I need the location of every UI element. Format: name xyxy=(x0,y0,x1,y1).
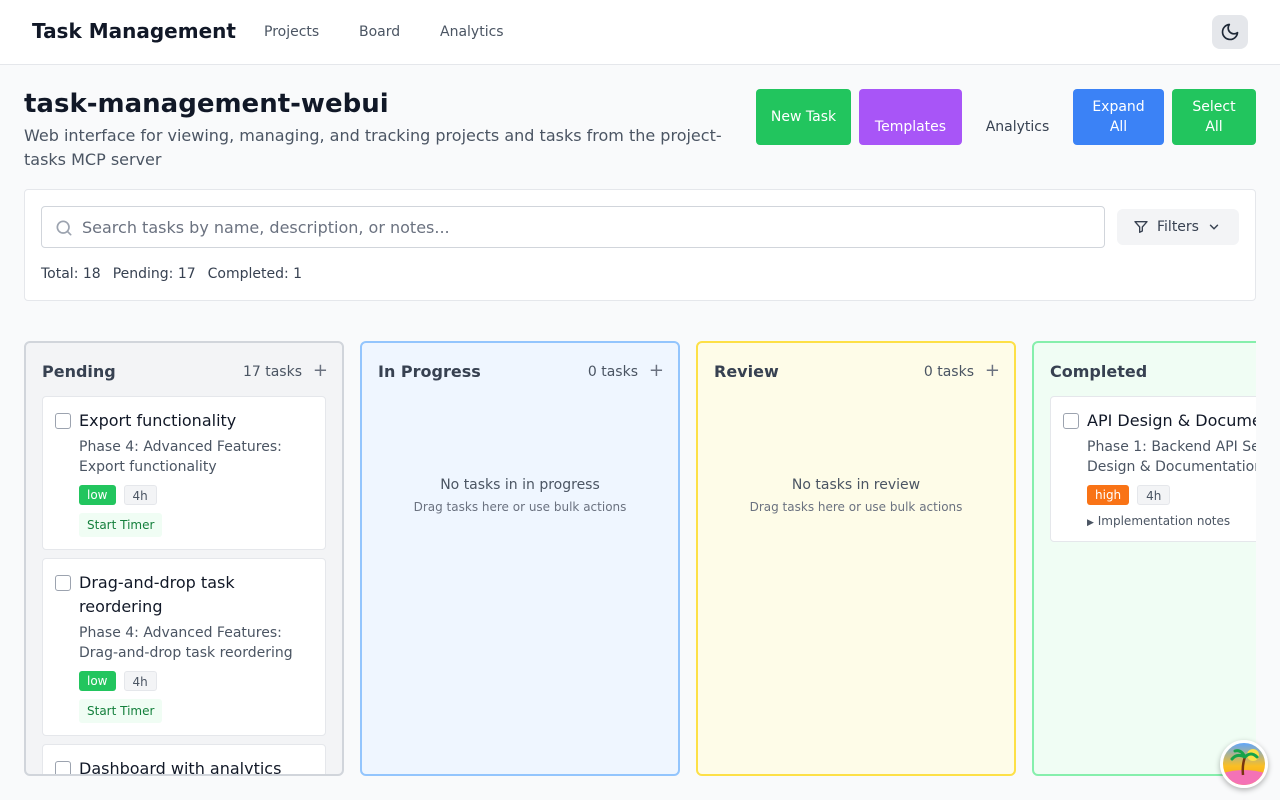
task-title: Dashboard with analytics xyxy=(79,759,282,776)
empty-state-title: No tasks in in progress xyxy=(440,477,600,493)
task-checkbox[interactable] xyxy=(55,761,71,774)
task-title: Drag-and-drop task reordering xyxy=(79,573,235,616)
add-task-icon[interactable]: + xyxy=(649,360,664,381)
filters-button[interactable]: Filters xyxy=(1117,209,1239,245)
chevron-down-icon xyxy=(1209,224,1219,230)
add-task-icon[interactable]: + xyxy=(313,360,328,381)
filters-label: Filters xyxy=(1157,219,1199,235)
priority-badge: low xyxy=(79,671,116,691)
column-completed: Completed API Design & Documentation Pha… xyxy=(1032,341,1256,776)
caret-right-icon: ▶ xyxy=(1087,518,1094,528)
analytics-label: Analytics xyxy=(985,119,1050,135)
task-title: Export functionality xyxy=(79,411,237,430)
task-card[interactable]: Export functionality Phase 4: Advanced F… xyxy=(42,396,326,550)
task-description: Phase 1: Backend API Service Design & Do… xyxy=(1087,439,1256,475)
floating-avatar-button[interactable] xyxy=(1220,740,1268,788)
column-pending: Pending 17 tasks + Export functionality … xyxy=(24,341,344,776)
task-stats: Total: 18 Pending: 17 Completed: 1 xyxy=(41,266,302,282)
task-card[interactable]: API Design & Documentation Phase 1: Back… xyxy=(1050,396,1256,542)
implementation-notes-toggle[interactable]: ▶ Implementation notes xyxy=(1087,514,1230,528)
time-estimate-badge: 4h xyxy=(123,671,157,691)
task-card[interactable]: Drag-and-drop task reordering Phase 4: A… xyxy=(42,558,326,736)
empty-state-subtitle: Drag tasks here or use bulk actions xyxy=(413,500,627,514)
column-count: 17 tasks xyxy=(242,364,302,380)
analytics-button[interactable]: Analytics xyxy=(970,89,1065,145)
implementation-notes-label: Implementation notes xyxy=(1097,514,1231,528)
new-task-button[interactable]: New Task xyxy=(756,89,851,145)
start-timer-button[interactable]: Start Timer xyxy=(79,699,163,723)
nav-link-analytics[interactable]: Analytics xyxy=(440,24,504,40)
task-card[interactable]: Dashboard with analytics xyxy=(42,744,326,776)
nav-link-projects[interactable]: Projects xyxy=(264,24,319,40)
app-brand[interactable]: Task Management xyxy=(32,19,236,43)
top-navbar: Task Management Projects Board Analytics xyxy=(0,0,1280,65)
select-all-button[interactable]: Select All xyxy=(1172,89,1256,145)
templates-label: Templates xyxy=(874,119,947,135)
task-checkbox[interactable] xyxy=(55,413,71,429)
stat-completed: Completed: 1 xyxy=(207,266,303,282)
nav-link-board[interactable]: Board xyxy=(359,24,400,40)
column-count: 0 tasks xyxy=(587,364,638,380)
palm-beach-icon xyxy=(1223,749,1265,785)
time-estimate-badge: 4h xyxy=(1137,485,1171,505)
priority-badge: low xyxy=(79,485,116,505)
task-badges: low 4h xyxy=(79,671,157,691)
column-review: Review 0 tasks + No tasks in review Drag… xyxy=(696,341,1016,776)
empty-state-title: No tasks in review xyxy=(791,477,921,493)
search-panel: Filters Total: 18 Pending: 17 Completed:… xyxy=(24,189,1256,301)
task-badges: high 4h xyxy=(1087,485,1171,505)
column-title: Completed xyxy=(1050,362,1148,381)
page-title: task-management-webui xyxy=(24,89,389,119)
empty-state-subtitle: Drag tasks here or use bulk actions xyxy=(749,500,963,514)
expand-all-label: Expand All xyxy=(1092,99,1145,135)
task-badges: low 4h xyxy=(79,485,157,505)
task-checkbox[interactable] xyxy=(1063,413,1079,429)
moon-icon xyxy=(1221,23,1239,41)
add-task-icon[interactable]: + xyxy=(985,360,1000,381)
time-estimate-badge: 4h xyxy=(123,485,157,505)
stat-pending: Pending: 17 xyxy=(112,266,196,282)
search-icon xyxy=(56,220,72,236)
filter-icon xyxy=(1134,221,1148,233)
start-timer-button[interactable]: Start Timer xyxy=(79,513,163,537)
column-count: 0 tasks xyxy=(923,364,974,380)
expand-all-button[interactable]: Expand All xyxy=(1073,89,1164,145)
select-all-label: Select All xyxy=(1192,99,1236,135)
page-description: Web interface for viewing, managing, and… xyxy=(24,126,722,169)
stat-total: Total: 18 xyxy=(41,266,101,282)
column-title: Review xyxy=(714,362,779,381)
task-description: Phase 4: Advanced Features: Drag-and-dro… xyxy=(79,625,293,661)
search-box xyxy=(41,206,1105,248)
templates-button[interactable]: Templates xyxy=(859,89,962,145)
new-task-label: New Task xyxy=(770,109,837,125)
column-completed-viewport: Completed API Design & Documentation Pha… xyxy=(1032,341,1256,776)
task-description: Phase 4: Advanced Features: Export funct… xyxy=(79,439,282,475)
search-input[interactable] xyxy=(82,207,1092,247)
task-title: API Design & Documentation xyxy=(1087,411,1256,430)
priority-badge: high xyxy=(1087,485,1130,505)
column-title: Pending xyxy=(42,362,116,381)
theme-toggle-button[interactable] xyxy=(1212,15,1248,49)
task-checkbox[interactable] xyxy=(55,575,71,591)
column-title: In Progress xyxy=(378,362,481,381)
column-in-progress: In Progress 0 tasks + No tasks in in pro… xyxy=(360,341,680,776)
plus-icon: New Task xyxy=(771,107,836,127)
